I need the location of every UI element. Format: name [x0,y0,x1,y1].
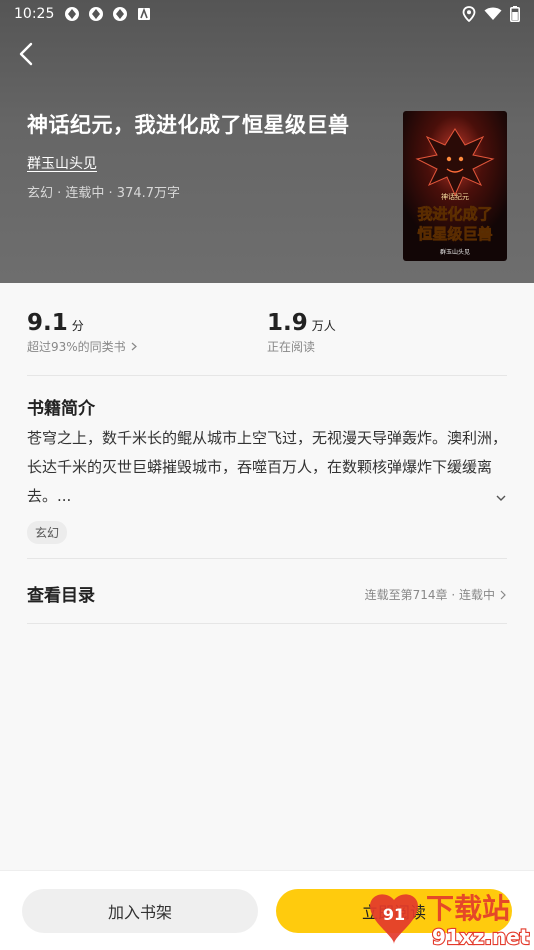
text-notification-icon [138,7,151,20]
app-notification-icon [89,7,104,21]
wifi-icon [484,7,502,20]
book-detail-panel: 9.1 分 超过93%的同类书 1.9 万人 正在阅读 书籍简介 苍穹之上，数千米长… [0,283,534,870]
score-value: 9.1 [27,310,68,336]
cover-title-line1: 我进化成了 [417,205,492,223]
chevron-down-icon[interactable] [495,492,507,504]
divider [27,623,507,624]
cover-title-line2: 恒星级巨兽 [417,225,492,243]
back-arrow-icon[interactable] [16,40,40,68]
app-notification-icon [65,7,80,21]
toc-status: 连载至第714章 · 连载中 [365,586,507,603]
read-now-button[interactable]: 立即阅读 [276,889,512,933]
status-time: 10:25 [14,6,55,22]
genre-tag[interactable]: 玄幻 [27,521,68,544]
score-rank-label: 超过93%的同类书 [27,340,126,354]
app-notification-icon [113,7,128,21]
toc-label: 查看目录 [27,586,95,606]
book-author-link[interactable]: 群玉山头见 [27,153,97,173]
chevron-right-icon [500,590,506,599]
toc-status-text: 连载至第714章 · 连载中 [364,588,495,602]
intro-text[interactable]: 苍穹之上，数千米长的鲲从城市上空飞过，无视漫天导弹轰炸。澳利洲，长达千米的灭世巨… [27,424,509,511]
readers-label: 正在阅读 [267,340,316,354]
cover-author-text: 群玉山头见 [440,248,470,256]
add-to-shelf-button[interactable]: 加入书架 [22,889,258,933]
score-stat[interactable]: 9.1 分 超过93%的同类书 [27,310,138,355]
book-title: 神话纪元，我进化成了恒星级巨兽 [27,113,350,137]
bottom-action-bar: 加入书架 立即阅读 [0,870,534,950]
book-header: 10:25 神话纪元，我进化成了恒星级巨兽 群玉山头见 玄幻 · 连载中 · 3… [0,0,534,283]
book-meta: 玄幻 · 连载中 · 374.7万字 [27,186,181,201]
location-icon [462,6,476,22]
book-cover-image[interactable]: 神话纪元 我进化成了 恒星级巨兽 群玉山头见 [403,111,507,261]
score-unit: 分 [71,319,84,333]
intro-heading: 书籍简介 [27,399,95,419]
score-rank[interactable]: 超过93%的同类书 [27,338,138,355]
chevron-right-icon [131,342,137,351]
readers-unit: 万人 [311,319,336,333]
status-bar: 10:25 [0,0,534,28]
battery-icon [510,6,520,22]
readers-value: 1.9 [267,310,308,336]
divider [27,375,507,376]
cover-series-text: 神话纪元 [441,192,469,201]
readers-stat: 1.9 万人 正在阅读 [267,310,336,355]
